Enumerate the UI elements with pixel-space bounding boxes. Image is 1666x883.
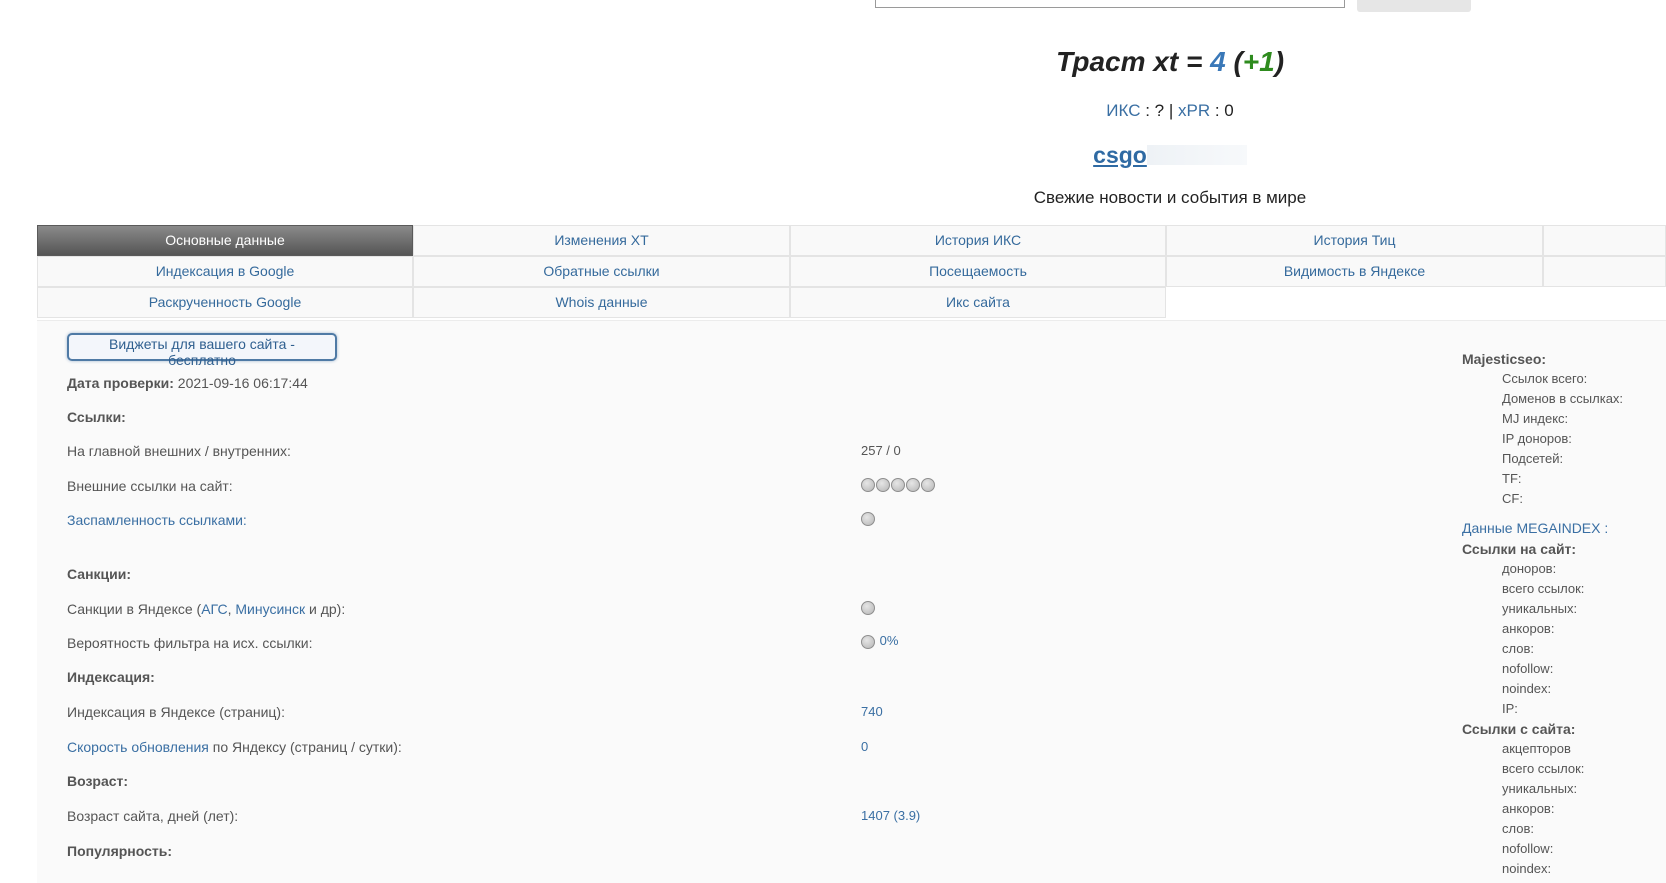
trust-value: 4 [1210,46,1226,77]
filter-prob-label: Вероятность фильтра на исх. ссылки: [67,635,313,651]
check-date-value: 2021-09-16 06:17:44 [173,375,308,391]
tab-yandex-visibility[interactable]: Видимость в Яндексе [1166,256,1543,287]
trust-prefix: Траст xt = [1055,46,1211,77]
rating-dot-icon [876,477,890,492]
rating-dot-icon [861,477,875,492]
minusinsk-link[interactable]: Минусинск [235,601,305,617]
megaindex-link[interactable]: Данные MEGAINDEX : [1462,520,1608,536]
spam-indicator [861,510,876,526]
domain-link[interactable]: csgo [1093,142,1247,168]
majestic-item: IP доноров: [1502,431,1572,446]
trust-open: ( [1225,46,1243,77]
tab-tic-history[interactable]: История Тиц [1166,225,1543,256]
links-to-site-item: уникальных: [1502,601,1578,616]
links-from-site-item: анкоров: [1502,801,1555,816]
links-from-site-item: всего ссылок: [1502,761,1585,776]
trust-delta: +1 [1242,46,1275,77]
tab-site-iks[interactable]: Икс сайта [790,287,1166,318]
tab-backlinks[interactable]: Обратные ссылки [413,256,790,287]
yandex-sanctions-suffix: и др): [305,601,346,617]
trust-heading: Траст xt = 4 (+1) [0,46,1666,78]
yandex-sanctions-indicator [861,599,876,615]
links-from-site-title: Ссылки с сайта: [1462,721,1576,737]
tab-google-promotion[interactable]: Раскрученность Google [37,287,413,318]
site-age-value: 1407 (3.9) [861,808,921,823]
spam-link[interactable]: Заспамленность ссылками: [67,512,247,528]
links-to-site-item: noindex: [1502,681,1552,696]
xpr-value: : 0 [1210,101,1234,120]
domain-text: csgo [1093,142,1147,168]
yandex-sanctions-label: Санкции в Яндексе (АГС, Минусинск и др): [67,601,345,617]
tab-traffic[interactable]: Посещаемость [790,256,1166,287]
search-button[interactable] [1357,0,1471,12]
status-dot-icon [861,511,875,526]
search-input[interactable] [875,0,1345,8]
majestic-item: Доменов в ссылках: [1502,391,1624,406]
links-from-site-item: nofollow: [1502,841,1554,856]
links-to-site-item: доноров: [1502,561,1557,576]
home-links-value: 257 / 0 [861,443,901,458]
links-to-site-item: всего ссылок: [1502,581,1585,596]
majestic-item: CF: [1502,491,1523,506]
tab-google-indexing[interactable]: Индексация в Google [37,256,413,287]
domain-blurred-part [1146,145,1247,165]
majestic-item: TF: [1502,471,1522,486]
iks-value: : ? | [1140,101,1178,120]
section-links: Ссылки: [67,409,126,425]
check-date-label: Дата проверки: [67,375,174,391]
links-to-site-item: слов: [1502,641,1534,656]
external-links-rating [861,476,936,492]
links-to-site-item: nofollow: [1502,661,1554,676]
majestic-item: MJ индекс: [1502,411,1569,426]
site-age-label: Возраст сайта, дней (лет): [67,808,239,824]
rating-dot-icon [906,477,920,492]
xpr-link[interactable]: xPR [1178,101,1210,120]
rating-dot-icon [891,477,905,492]
metrics-line: ИКС : ? | xPR : 0 [0,101,1666,121]
status-dot-icon [861,634,875,649]
home-links-label: На главной внешних / внутренних: [67,443,291,459]
links-from-site-item: слов: [1502,821,1534,836]
yandex-index-label: Индексация в Яндексе (страниц): [67,704,285,720]
section-age: Возраст: [67,773,129,789]
check-date: Дата проверки: 2021-09-16 06:17:44 [67,375,308,391]
section-popularity: Популярность: [67,843,173,859]
tab-whois[interactable]: Whois данные [413,287,790,318]
external-links-label: Внешние ссылки на сайт: [67,478,233,494]
domain-line: csgo [0,142,1666,169]
filter-prob-value: 0% [879,633,899,648]
links-from-site-item: уникальных: [1502,781,1578,796]
site-description: Свежие новости и события в мире [1033,188,1307,207]
trust-close: ) [1274,46,1285,77]
section-sanctions: Санкции: [67,566,132,582]
tab-extra-1[interactable] [1543,225,1666,256]
section-indexing: Индексация: [67,669,155,685]
links-to-site-item: анкоров: [1502,621,1555,636]
tab-xt-changes[interactable]: Изменения XT [413,225,790,256]
links-to-site-item: IP: [1502,701,1518,716]
status-dot-icon [861,600,875,615]
tab-iks-history[interactable]: История ИКС [790,225,1166,256]
ags-link[interactable]: АГС [201,601,227,617]
tab-extra-2[interactable] [1543,256,1666,287]
majestic-title: Majesticseo: [1462,351,1547,367]
update-speed-value: 0 [861,739,869,754]
rating-dot-icon [921,477,935,492]
update-speed-link[interactable]: Скорость обновления [67,739,209,755]
tab-main-data[interactable]: Основные данные [37,225,413,256]
update-speed-rest: по Яндексу (страниц / сутки): [208,739,402,755]
yandex-sanctions-prefix: Санкции в Яндексе ( [67,601,202,617]
majestic-item: Подсетей: [1502,451,1564,466]
filter-prob-value-wrap: 0% [861,633,898,649]
majestic-item: Ссылок всего: [1502,371,1588,386]
links-from-site-item: акцепторов [1502,741,1571,756]
yandex-index-value[interactable]: 740 [861,704,883,719]
tab-bar: Основные данные Изменения XT История ИКС… [37,225,1666,321]
links-from-site-item: noindex: [1502,861,1552,876]
links-to-site-title: Ссылки на сайт: [1462,541,1577,557]
update-speed-label: Скорость обновления по Яндексу (страниц … [67,739,402,755]
iks-link[interactable]: ИКС [1106,101,1140,120]
widgets-button[interactable]: Виджеты для вашего сайта - бесплатно [67,333,337,368]
